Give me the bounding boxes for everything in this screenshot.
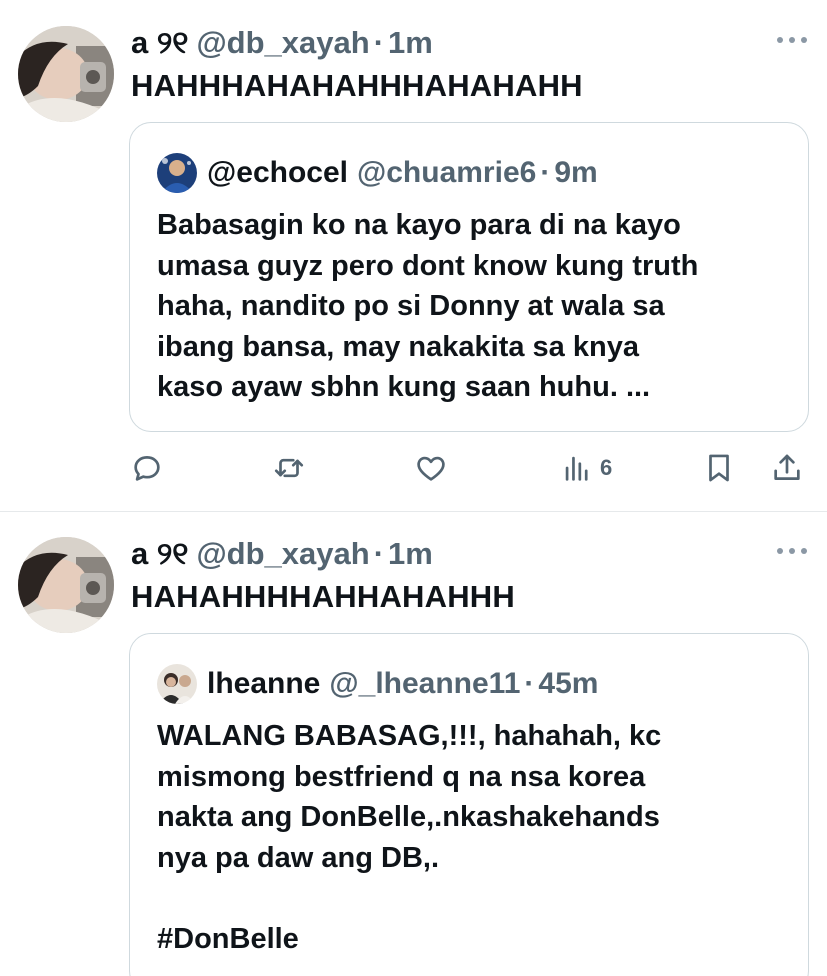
heart-icon [417,456,445,481]
tweet-header: a ୨୧ @db_xayah · 1m [131,538,433,569]
separator-dot: · [540,156,551,189]
tweet-actions: 6 [0,448,827,488]
quoted-text-line: kaso ayaw sbhn kung saan huhu. ... [157,371,651,403]
tweet[interactable]: a ୨୧ @db_xayah · 1m HAHHHAHAHAHHHAHAHAHH… [0,0,827,512]
quoted-text-line: nya pa daw ang DB,. [157,841,439,874]
bookmark-icon [709,454,729,482]
quoted-text-line: WALANG BABASAG,!!!, hahahah, kc [157,720,662,752]
quoted-tweet-text: Babasagin ko na kayo para di na kayo uma… [157,205,797,408]
quoted-user-avatar [157,664,197,704]
hashtag-link[interactable]: #DonBelle [157,919,797,960]
quoted-tweet-header: @echocel @chuamrie6 · 9m [157,153,598,193]
quoted-display-name: lheanne [207,667,321,700]
quoted-tweet[interactable]: lheanne @_lheanne11 · 45m WALANG BABASAG… [129,633,809,976]
share-icon [774,454,800,480]
quoted-timestamp: 45m [538,667,599,700]
quoted-user-avatar [157,153,197,193]
bookmark-button[interactable] [702,448,736,488]
tweet-text: HAHHHAHAHAHHHAHAHAHH [131,68,583,103]
separator-dot: · [373,25,385,60]
like-button[interactable] [414,448,448,488]
quoted-timestamp: 9m [554,156,598,189]
views-count: 6 [600,455,613,480]
separator-dot: · [524,667,535,700]
retweet-icon [274,458,304,478]
quoted-text-line: nakta ang DonBelle,.nkashakehands [157,801,660,833]
views-icon [565,456,588,481]
retweet-button[interactable] [272,448,306,488]
tweet-text: HAHAHHHHAHHAHAHHH [131,579,515,614]
quoted-text-line: haha, nandito po si Donny at wala sa [157,290,665,322]
quoted-user-handle: @chuamrie6 [356,156,537,189]
quoted-tweet[interactable]: @echocel @chuamrie6 · 9m Babasagin ko na… [129,122,809,432]
share-button[interactable] [770,448,804,488]
avatar-photo [18,26,114,122]
more-options-icon[interactable] [777,545,807,557]
tweet[interactable]: a ୨୧ @db_xayah · 1m HAHAHHHHAHHAHAHHH lh… [0,512,827,976]
more-options-icon[interactable] [777,34,807,46]
reply-button[interactable] [130,448,164,488]
quoted-text-line: ibang bansa, may nakakita sa knya [157,330,639,363]
avatar-photo [18,537,114,633]
timestamp[interactable]: 1m [388,27,433,58]
quoted-user-handle: @_lheanne11 [329,667,521,700]
display-name[interactable]: a ୨୧ [131,538,188,569]
quoted-display-name: @echocel [207,156,348,189]
quoted-text-line: Babasagin ko na kayo para di na kayo [157,209,681,241]
user-avatar[interactable] [18,26,114,122]
user-handle[interactable]: @db_xayah [196,27,369,58]
tweet-header: a ୨୧ @db_xayah · 1m [131,27,433,58]
quoted-text-line: umasa guyz pero dont know kung truth [157,249,699,282]
quoted-tweet-text: WALANG BABASAG,!!!, hahahah, kc mismong … [157,716,797,959]
quoted-text-line: mismong bestfriend q na nsa korea [157,760,646,793]
reply-icon [134,456,160,481]
quoted-text-line [157,878,797,919]
user-handle[interactable]: @db_xayah [196,538,369,569]
separator-dot: · [373,536,385,571]
views-button[interactable]: 6 [560,448,612,488]
user-avatar[interactable] [18,537,114,633]
display-name[interactable]: a ୨୧ [131,27,188,58]
quoted-tweet-header: lheanne @_lheanne11 · 45m [157,664,598,704]
timestamp[interactable]: 1m [388,538,433,569]
